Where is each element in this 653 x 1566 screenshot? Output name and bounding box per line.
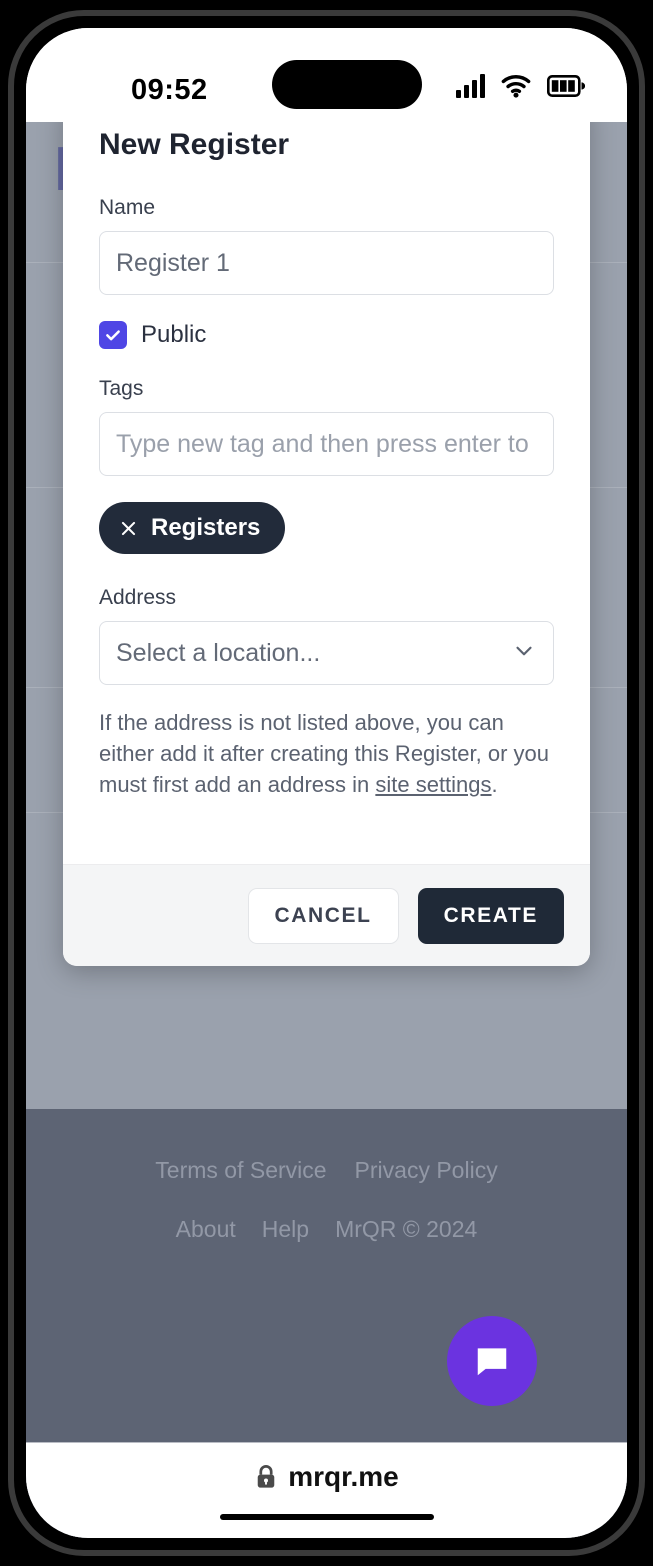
close-icon[interactable] [119, 519, 138, 538]
url-text: mrqr.me [288, 1461, 399, 1492]
status-bar: 09:52 [26, 28, 627, 122]
public-checkbox-label: Public [141, 321, 207, 348]
dialog-body: New Register Name Public Tags [63, 98, 590, 801]
tags-field-label: Tags [99, 377, 144, 400]
footer-links-secondary: About Help MrQR © 2024 [26, 1216, 627, 1243]
footer-link-privacy[interactable]: Privacy Policy [355, 1157, 498, 1184]
chat-bubble-icon [477, 1348, 507, 1376]
tags-input[interactable] [99, 412, 554, 476]
name-input[interactable] [99, 231, 554, 295]
wifi-icon [501, 74, 531, 98]
lock-icon [257, 1465, 275, 1488]
browser-bottom-bar: mrqr.me [26, 1442, 627, 1538]
battery-icon [547, 75, 585, 97]
public-checkbox-row[interactable]: Public [99, 321, 554, 349]
footer-links-primary: Terms of Service Privacy Policy [26, 1157, 627, 1184]
name-field-group: Name [99, 196, 554, 295]
address-selected-value: Select a location... [116, 638, 321, 667]
site-settings-link[interactable]: site settings [375, 772, 491, 797]
footer-copyright: MrQR © 2024 [335, 1216, 478, 1242]
create-button[interactable]: CREATE [417, 887, 564, 944]
chevron-down-icon [511, 638, 537, 669]
footer-link-terms[interactable]: Terms of Service [155, 1157, 326, 1184]
dialog-title: New Register [99, 128, 290, 161]
home-indicator[interactable] [219, 1514, 434, 1520]
address-help-text: If the address is not listed above, you … [99, 707, 554, 801]
dynamic-island [272, 60, 422, 109]
footer-link-help[interactable]: Help [262, 1216, 309, 1243]
status-icons [456, 74, 585, 98]
chat-support-button[interactable] [447, 1316, 537, 1406]
url-bar[interactable]: mrqr.me [26, 1443, 627, 1493]
tags-field-group: Tags [99, 377, 554, 476]
tag-chip-registers[interactable]: Registers [99, 502, 286, 554]
footer-link-about[interactable]: About [176, 1216, 236, 1243]
check-icon [106, 330, 120, 341]
address-field-label: Address [99, 586, 177, 609]
address-field-group: Address Select a location... [99, 586, 554, 685]
address-select[interactable]: Select a location... [99, 621, 554, 685]
new-register-dialog: New Register Name Public Tags [63, 98, 590, 966]
dialog-footer: CANCEL CREATE [63, 864, 590, 966]
help-text-after: . [491, 772, 498, 798]
cellular-signal-icon [456, 74, 485, 98]
phone-frame: MrQR Terms of Service Privacy Policy Abo… [8, 10, 645, 1556]
status-time: 09:52 [131, 74, 208, 106]
tag-chip-label: Registers [151, 514, 261, 541]
name-field-label: Name [99, 196, 156, 219]
public-checkbox[interactable] [99, 321, 127, 349]
cancel-button[interactable]: CANCEL [247, 887, 399, 944]
phone-screen: MrQR Terms of Service Privacy Policy Abo… [26, 28, 627, 1538]
